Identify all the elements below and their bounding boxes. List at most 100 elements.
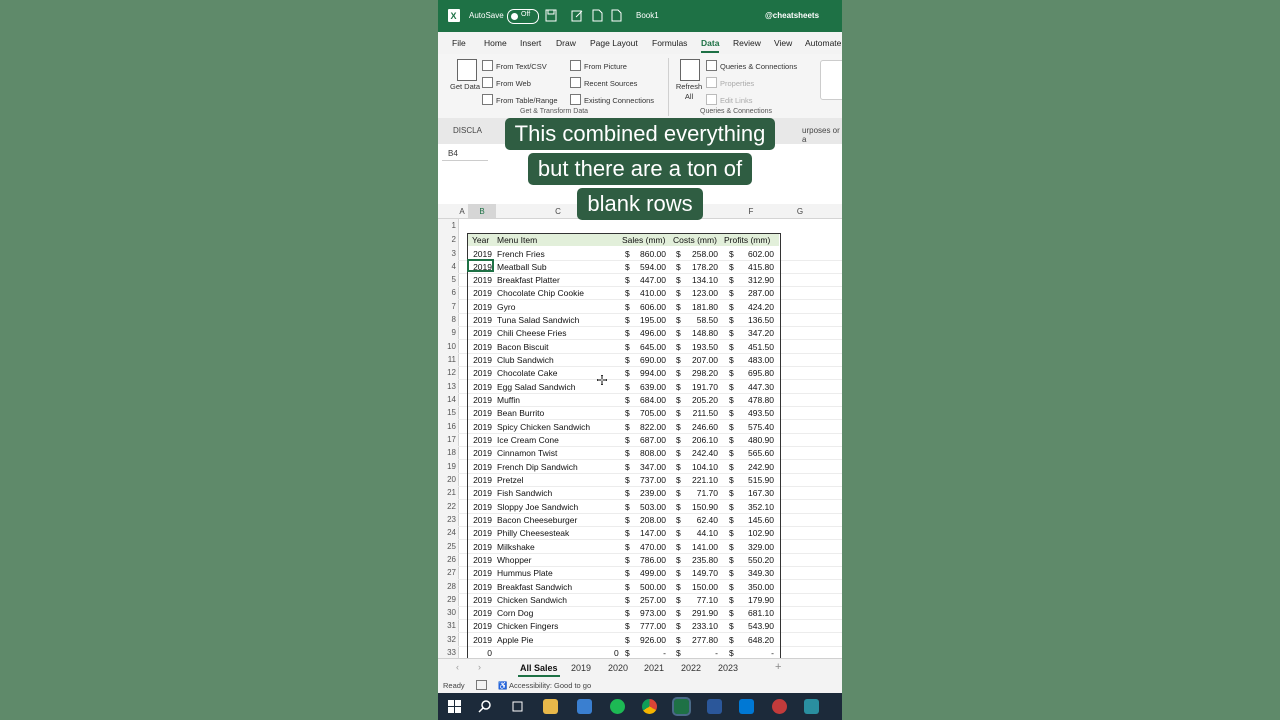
cell-menu-item[interactable]: Whopper [497,555,532,565]
cell-costs[interactable]: 62.40 [684,515,718,525]
cell-year[interactable]: 2019 [468,475,492,485]
cell-profits[interactable]: 478.80 [737,395,774,405]
cell-year[interactable]: 2019 [468,328,492,338]
cell-year[interactable]: 2019 [468,515,492,525]
cell-sales[interactable]: 470.00 [633,542,666,552]
cell-menu-item[interactable]: Egg Salad Sandwich [497,382,575,392]
cell-year[interactable]: 2019 [468,408,492,418]
cell-menu-item[interactable]: French Dip Sandwich [497,462,578,472]
cell-costs[interactable]: 206.10 [684,435,718,445]
active-cell-b4[interactable] [467,259,494,272]
cell-profits[interactable]: 648.20 [737,635,774,645]
cell-costs[interactable]: 149.70 [684,568,718,578]
cell-year[interactable]: 2019 [468,488,492,498]
cell-costs[interactable]: 71.70 [684,488,718,498]
cell-sales[interactable]: 594.00 [633,262,666,272]
screen-recorder-icon[interactable] [772,699,787,714]
cell-sales[interactable]: 786.00 [633,555,666,565]
sheet-tab-2021[interactable]: 2021 [644,663,664,673]
tab-automate[interactable]: Automate [805,38,841,48]
cell-sales[interactable]: 147.00 [633,528,666,538]
cell-menu-item[interactable]: Bacon Biscuit [497,342,549,352]
cell-year[interactable]: 2019 [468,621,492,631]
cell-sales[interactable]: 239.00 [633,488,666,498]
cell-sales[interactable]: 690.00 [633,355,666,365]
spreadsheet-grid[interactable]: A B C D E F G 1 2 Year Menu Item Sales (… [438,204,842,658]
cell-year[interactable]: 2019 [468,635,492,645]
header-year[interactable]: Year [472,235,496,245]
cell-sales[interactable]: 447.00 [633,275,666,285]
cell-sales[interactable]: 257.00 [633,595,666,605]
word-icon[interactable] [707,699,722,714]
macro-icon[interactable] [476,680,487,690]
cell-costs[interactable]: 235.80 [684,555,718,565]
chrome-icon[interactable] [642,699,657,714]
cell-year[interactable]: 2019 [468,595,492,605]
cell-menu-item[interactable]: Bacon Cheeseburger [497,515,577,525]
cell-menu-item[interactable]: Chicken Fingers [497,621,558,631]
cell-profits[interactable]: 424.20 [737,302,774,312]
tab-draw[interactable]: Draw [556,38,576,48]
cell-costs[interactable]: 205.20 [684,395,718,405]
cell-sales[interactable]: 705.00 [633,408,666,418]
cell-costs[interactable]: - [684,648,718,658]
file-icon[interactable] [591,9,603,22]
cell-profits[interactable]: 352.10 [737,502,774,512]
cell-profits[interactable]: 415.80 [737,262,774,272]
cell-costs[interactable]: 44.10 [684,528,718,538]
cell-year[interactable]: 2019 [468,435,492,445]
cell-profits[interactable]: 329.00 [737,542,774,552]
cell-profits[interactable]: 347.20 [737,328,774,338]
header-profits[interactable]: Profits (mm) [724,235,770,245]
cell-year[interactable]: 2019 [468,555,492,565]
cell-year[interactable]: 2019 [468,542,492,552]
cell-sales[interactable]: 499.00 [633,568,666,578]
cell-year[interactable]: 2019 [468,568,492,578]
cell-costs[interactable]: 134.10 [684,275,718,285]
cell-year[interactable]: 2019 [468,368,492,378]
cell-costs[interactable]: 150.00 [684,582,718,592]
tab-data[interactable]: Data [701,38,720,53]
cell-sales[interactable]: 687.00 [633,435,666,445]
cell-costs[interactable]: 221.10 [684,475,718,485]
sheet-tab-2020[interactable]: 2020 [608,663,628,673]
cell-menu-item[interactable]: Gyro [497,302,515,312]
cell-year[interactable]: 2019 [468,448,492,458]
cell-sales[interactable]: 822.00 [633,422,666,432]
cell-menu-item[interactable]: Breakfast Sandwich [497,582,572,592]
cell-profits[interactable]: 480.90 [737,435,774,445]
cell-profits[interactable]: - [737,648,774,658]
cell-menu-item[interactable]: Spicy Chicken Sandwich [497,422,590,432]
cell-year[interactable]: 2019 [468,462,492,472]
cell-costs[interactable]: 148.80 [684,328,718,338]
task-view-icon[interactable] [510,699,525,714]
header-costs[interactable]: Costs (mm) [673,235,717,245]
cell-menu-item[interactable]: Bean Burrito [497,408,544,418]
cell-profits[interactable]: 179.90 [737,595,774,605]
cell-menu-item[interactable]: Chocolate Chip Cookie [497,288,584,298]
cell-menu-item[interactable]: Chocolate Cake [497,368,557,378]
cell-sales[interactable]: 606.00 [633,302,666,312]
cell-menu-item[interactable]: Cinnamon Twist [497,448,557,458]
cell-year[interactable]: 2019 [468,502,492,512]
cell-year[interactable]: 0 [468,648,492,658]
tab-file[interactable]: File [452,38,466,48]
cell-menu-item[interactable]: Corn Dog [497,608,533,618]
cell-profits[interactable]: 136.50 [737,315,774,325]
cell-costs[interactable]: 291.90 [684,608,718,618]
cell-profits[interactable]: 483.00 [737,355,774,365]
header-sales[interactable]: Sales (mm) [622,235,665,245]
cell-profits[interactable]: 543.90 [737,621,774,631]
cell-sales[interactable]: 500.00 [633,582,666,592]
cell-costs[interactable]: 207.00 [684,355,718,365]
cell-costs[interactable]: 141.00 [684,542,718,552]
cell-menu-item[interactable]: French Fries [497,249,545,259]
cell-menu-item[interactable]: Tuna Salad Sandwich [497,315,579,325]
cell-year[interactable]: 2019 [468,528,492,538]
cell-costs[interactable]: 233.10 [684,621,718,631]
scroll-left-icon[interactable]: ‹ [456,662,459,672]
recent-sources-button[interactable]: Recent Sources [570,77,637,88]
cell-sales[interactable]: 208.00 [633,515,666,525]
cell-menu-item[interactable]: Chicken Sandwich [497,595,567,605]
col-header-a[interactable]: A [456,207,468,216]
